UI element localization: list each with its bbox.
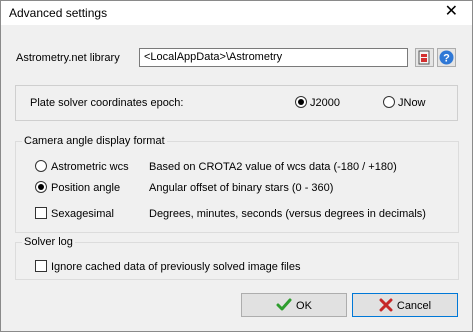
ignore-cached-label[interactable]: Ignore cached data of previously solved … bbox=[51, 261, 300, 273]
jnow-radio[interactable] bbox=[383, 96, 395, 108]
astrometry-library-label: Astrometry.net library bbox=[16, 52, 120, 64]
camera-angle-title: Camera angle display format bbox=[22, 135, 167, 147]
window-title: Advanced settings bbox=[9, 6, 108, 20]
sexagesimal-checkbox[interactable] bbox=[35, 207, 47, 219]
j2000-radio[interactable] bbox=[295, 96, 307, 108]
ok-label: OK bbox=[296, 300, 312, 312]
svg-text:?: ? bbox=[443, 53, 450, 65]
epoch-label: Plate solver coordinates epoch: bbox=[30, 97, 184, 109]
folder-open-icon bbox=[418, 50, 430, 65]
ok-button-content: OK bbox=[242, 298, 346, 312]
help-button[interactable]: ? bbox=[437, 48, 456, 67]
checkmark-icon bbox=[276, 298, 292, 311]
close-icon[interactable]: ✕ bbox=[445, 3, 458, 21]
astrometry-path-input[interactable]: <LocalAppData>\Astrometry bbox=[139, 48, 408, 67]
astrometric-wcs-radio[interactable] bbox=[35, 160, 47, 172]
solver-log-title: Solver log bbox=[22, 236, 75, 248]
position-angle-description: Angular offset of binary stars (0 - 360) bbox=[149, 182, 334, 194]
browse-button[interactable] bbox=[415, 48, 434, 67]
position-angle-label[interactable]: Position angle bbox=[51, 182, 120, 194]
ignore-cached-checkbox[interactable] bbox=[35, 260, 47, 272]
title-bar: Advanced settings ✕ bbox=[1, 1, 472, 25]
sexagesimal-description: Degrees, minutes, seconds (versus degree… bbox=[149, 208, 426, 220]
cancel-button-content: Cancel bbox=[353, 298, 457, 312]
j2000-label[interactable]: J2000 bbox=[310, 97, 340, 109]
jnow-label[interactable]: JNow bbox=[398, 97, 426, 109]
astrometric-wcs-description: Based on CROTA2 value of wcs data (-180 … bbox=[149, 161, 397, 173]
cancel-x-icon bbox=[379, 298, 393, 312]
sexagesimal-label[interactable]: Sexagesimal bbox=[51, 208, 114, 220]
cancel-button[interactable]: Cancel bbox=[352, 293, 458, 317]
ok-button[interactable]: OK bbox=[241, 293, 347, 317]
help-icon: ? bbox=[439, 50, 454, 65]
advanced-settings-dialog: Advanced settings ✕ Astrometry.net libra… bbox=[0, 0, 473, 332]
astrometric-wcs-label[interactable]: Astrometric wcs bbox=[51, 161, 129, 173]
cancel-label: Cancel bbox=[396, 300, 432, 312]
position-angle-radio[interactable] bbox=[35, 181, 47, 193]
